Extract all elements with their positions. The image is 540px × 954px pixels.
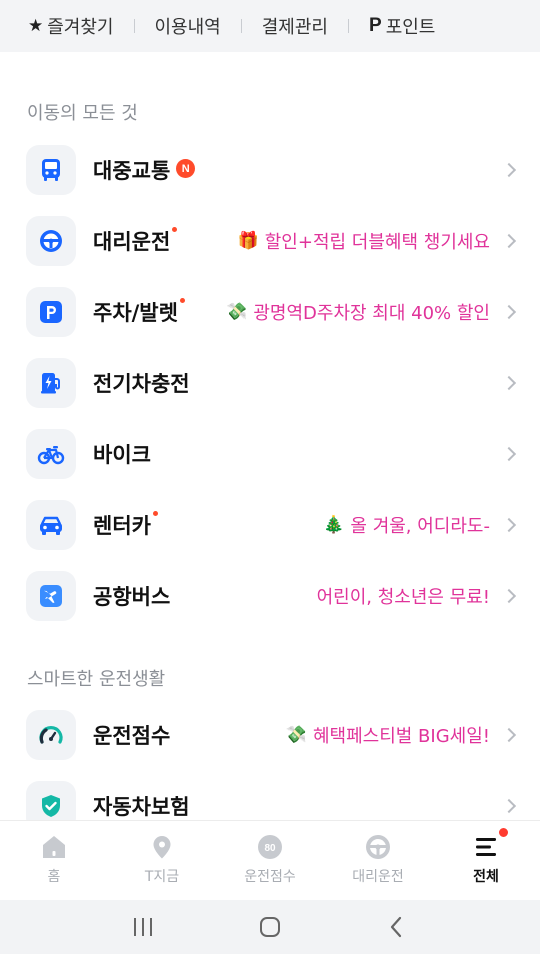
menu-item-driving-score[interactable]: 운전점수 💸 혜택페스티벌 BIG세일! [0,703,540,767]
promo-label: 올 겨울, 어디라도- [350,516,490,537]
promo-label: 혜택페스티벌 BIG세일! [312,726,490,747]
bus-icon [26,145,76,195]
menu-item-ev-charging[interactable]: 전기차충전 [0,351,540,415]
nav-all-label: 전체 [473,869,499,885]
divider [348,19,349,33]
recent-apps-icon[interactable] [131,916,155,938]
chevron-right-icon [501,446,517,462]
promo-text: 💸 혜택페스티벌 BIG세일! [286,722,490,748]
chevron-right-icon [501,517,517,533]
menu-item-public-transit[interactable]: 대중교통 N [0,138,540,202]
promo-text: 어린이, 청소년은 무료! [317,583,490,609]
chevron-right-icon [501,588,517,604]
nav-score-label: 운전점수 [244,869,296,885]
parking-valet-label: 주차/발렛 [93,301,178,325]
home-button-icon[interactable] [258,916,282,938]
chevron-right-icon [501,162,517,178]
designated-driver-label: 대리운전 [93,230,171,254]
ev-charger-icon [26,358,76,408]
new-dot [152,511,158,516]
steering-wheel-icon [366,835,390,859]
menu-item-label: 대중교통 N [93,155,196,185]
bottom-navigation: 홈 T지금 80 운전점수 대리운전 전체 [0,820,540,900]
chevron-right-icon [501,375,517,391]
new-dot [179,298,185,303]
payment-link[interactable]: 결제관리 [262,13,328,39]
section-title-mobility: 이동의 모든 것 [27,103,138,124]
payment-label: 결제관리 [261,17,328,38]
airplane-icon [26,571,76,621]
score-gauge-icon: 80 [258,835,282,859]
new-badge: N [176,159,196,178]
favorites-link[interactable]: ★ 즐겨찾기 [28,13,114,39]
points-link[interactable]: P 포인트 [369,13,435,39]
menu-item-designated-driver[interactable]: 대리운전 🎁 할인+적립 더블혜택 챙기세요 [0,209,540,273]
history-label: 이용내역 [154,17,221,38]
location-pin-icon [153,836,171,859]
points-label: 포인트 [385,17,436,38]
chevron-right-icon [501,304,517,320]
public-transit-label: 대중교통 [93,159,171,183]
promo-text: 💸 광명역D주차장 최대 40% 할인 [226,299,490,325]
menu-item-label: 전기차충전 [93,368,190,398]
new-dot [172,227,178,232]
airport-bus-label: 공항버스 [93,585,171,609]
menu-item-parking-valet[interactable]: 주차/발렛 💸 광명역D주차장 최대 40% 할인 [0,280,540,344]
divider [133,19,135,33]
nav-driving-score[interactable]: 80 운전점수 [216,821,324,900]
gift-icon: 🎁 [237,231,259,251]
nav-home[interactable]: 홈 [0,821,108,900]
history-link[interactable]: 이용내역 [155,13,221,39]
menu-item-label: 바이크 [93,439,151,469]
menu-item-rental-car[interactable]: 렌터카 🎄 올 겨울, 어디라도- [0,493,540,557]
money-icon: 💸 [226,302,248,322]
menu-item-label: 운전점수 [93,720,170,750]
home-icon [43,836,65,858]
steering-wheel-icon [26,216,76,266]
ev-charging-label: 전기차충전 [93,372,190,396]
section-title-smart-driving: 스마트한 운전생활 [27,669,166,690]
menu-item-label: 자동차보험 [93,791,190,821]
promo-text: 🎄 올 겨울, 어디라도- [323,512,490,538]
driving-score-label: 운전점수 [93,724,171,748]
car-icon [26,500,76,550]
top-shortcut-bar: ★ 즐겨찾기 이용내역 결제관리 P 포인트 [0,0,540,52]
promo-label: 할인+적립 더블혜택 챙기세요 [264,232,490,253]
star-icon: ★ [28,16,44,36]
chevron-right-icon [501,727,517,743]
chevron-right-icon [501,798,517,814]
favorites-label: 즐겨찾기 [47,17,114,38]
menu-item-label: 공항버스 [93,581,170,611]
parking-icon [26,287,76,337]
rental-car-label: 렌터카 [93,514,151,538]
promo-text: 🎁 할인+적립 더블혜택 챙기세요 [238,228,490,254]
menu-item-label: 대리운전 [93,226,178,256]
nav-designated-driver[interactable]: 대리운전 [324,821,432,900]
car-insurance-label: 자동차보험 [93,795,190,819]
promo-label: 어린이, 청소년은 무료! [316,587,490,608]
nav-home-label: 홈 [47,869,61,885]
nav-driver-label: 대리운전 [352,869,404,885]
notification-dot [498,827,509,838]
gauge-icon [26,710,76,760]
menu-item-label: 렌터카 [93,510,158,540]
nav-tnow[interactable]: T지금 [108,821,216,900]
divider [240,19,242,33]
points-icon: P [369,15,382,36]
menu-icon [476,838,496,856]
promo-label: 광명역D주차장 최대 40% 할인 [253,303,490,324]
score-value: 80 [264,843,276,854]
christmas-tree-icon: 🎄 [323,515,345,535]
chevron-right-icon [501,233,517,249]
menu-item-label: 주차/발렛 [93,297,185,327]
money-icon: 💸 [285,725,307,745]
nav-tnow-label: T지금 [144,869,180,885]
menu-item-airport-bus[interactable]: 공항버스 어린이, 청소년은 무료! [0,564,540,628]
menu-item-bike[interactable]: 바이크 [0,422,540,486]
system-navigation-bar [0,900,540,954]
bike-icon [26,429,76,479]
back-icon[interactable] [385,916,409,938]
bike-label: 바이크 [93,443,151,467]
nav-all[interactable]: 전체 [432,821,540,900]
